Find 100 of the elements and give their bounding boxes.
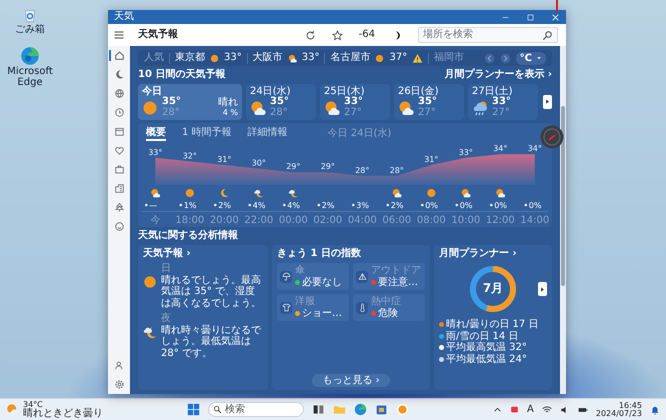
index-tile[interactable]: 熱中症 危険 [353, 294, 425, 321]
drop-icon [386, 204, 390, 206]
heart-icon[interactable] [114, 145, 124, 156]
clock-date[interactable]: 2024/07/23 [596, 410, 642, 418]
chevron-left-icon[interactable] [484, 52, 495, 64]
close-icon[interactable] [551, 12, 560, 22]
desktop-icon-label[interactable]: ごみ箱 [15, 24, 45, 36]
city-name[interactable]: 名古屋市 [330, 52, 370, 64]
precip-chance: 0% [425, 201, 438, 210]
building-icon[interactable] [114, 183, 124, 194]
tree-icon[interactable] [114, 202, 124, 213]
precip-chance: 2% [218, 201, 231, 210]
city-temp: 33° [224, 52, 242, 64]
browser-icon [20, 46, 40, 66]
person-icon[interactable] [114, 360, 124, 371]
shirt-icon [282, 303, 290, 312]
maximize-icon[interactable] [526, 12, 535, 22]
sun-cloud-icon [496, 188, 506, 198]
chevron-right-icon[interactable] [500, 52, 511, 64]
favorites-label: 人気 [144, 52, 164, 64]
time-label: 08:00 [416, 215, 446, 226]
time-label: 14:00 [520, 215, 550, 226]
next-button[interactable] [538, 282, 547, 296]
clock-icon[interactable] [114, 107, 124, 118]
index-status: 要注意… [378, 276, 418, 288]
taskbar-search-field[interactable]: 検索 [208, 402, 304, 417]
period-label: 夜 [161, 313, 172, 324]
legend-label: 晴れ/曇りの日 17 日 [446, 319, 538, 330]
index-tile[interactable]: アウトドア 要注意… [353, 263, 425, 290]
precip-chance: 2% [390, 201, 404, 210]
index-status: ショー… [302, 308, 342, 319]
gear-icon[interactable] [114, 379, 124, 390]
ime-indicator[interactable]: A [527, 404, 534, 416]
task-view-icon[interactable] [312, 403, 326, 416]
precip-chance: 1% [184, 201, 196, 210]
sun-icon [186, 188, 194, 198]
tab[interactable]: 1 時間予報 [182, 126, 232, 141]
search-field[interactable]: 場所を検索 [418, 27, 558, 43]
moon-icon [221, 188, 228, 198]
precip-chance: — [149, 201, 158, 210]
day-card[interactable]: 今日 35° 28° 晴れ 4 % [138, 84, 242, 120]
bell-icon[interactable] [650, 404, 660, 414]
data-label: 32° [182, 151, 197, 160]
moon-cloud-icon [254, 190, 264, 198]
condition-text: 晴れ [218, 98, 238, 109]
data-label: 30° [252, 158, 266, 168]
time-label: 18:00 [175, 215, 204, 226]
tab[interactable]: 概要 [146, 126, 166, 141]
index-tile[interactable]: 傘 必要なし [277, 263, 349, 290]
unit-button[interactable]: °C [516, 52, 546, 64]
index-label: 傘 [295, 265, 306, 276]
sun-app-icon[interactable] [396, 403, 410, 416]
sun-cloud-icon [398, 100, 414, 116]
city-temp: 33° [302, 52, 320, 64]
next-button[interactable] [543, 94, 552, 108]
umbrella-icon [282, 272, 290, 281]
home-icon[interactable] [114, 50, 124, 61]
taskbar-temp: 34°C [23, 400, 44, 408]
clock-time[interactable]: 16:45 [618, 402, 642, 410]
card-title[interactable]: 天気予報 › [143, 248, 263, 259]
city-name[interactable]: 大阪市 [252, 52, 283, 64]
globe-icon[interactable] [114, 88, 124, 99]
refresh-icon[interactable] [304, 30, 316, 40]
briefcase-icon[interactable] [114, 164, 124, 175]
index-tile[interactable]: 洋服 ショー… [277, 294, 349, 321]
low-temp: 28° [270, 108, 289, 118]
data-label: 28° [390, 166, 404, 175]
desktop-icon-label[interactable]: Microsoft Edge [2, 66, 58, 88]
tab[interactable]: 詳細情報 [248, 126, 288, 141]
weather-widget[interactable]: 34°C 晴れときどき曇り [6, 400, 103, 418]
data-label: 29° [320, 162, 335, 172]
scrollbar[interactable] [560, 46, 566, 394]
app-tray-icon[interactable] [510, 405, 520, 414]
start-button[interactable] [187, 403, 200, 416]
caret-icon [536, 55, 542, 61]
day-card[interactable]: 27日(土) 33° 27° [468, 84, 538, 120]
sun-cloud-icon [324, 100, 340, 116]
browser-icon[interactable] [354, 403, 368, 416]
drop-icon [421, 204, 424, 206]
day-card[interactable]: 26日(金) 35° 27° [394, 84, 464, 120]
calendar-icon[interactable] [114, 126, 124, 137]
caret-up-icon[interactable] [493, 405, 502, 414]
menu-icon[interactable] [113, 29, 125, 41]
city-name[interactable]: 東京都 [175, 52, 205, 64]
data-label: 33° [148, 148, 162, 157]
date-label: 今日 24日(水) [328, 128, 392, 140]
planner-link[interactable]: 月間プランナーを表示 › [444, 69, 552, 80]
more-button[interactable]: もっと見る › [312, 374, 390, 387]
precip-chance: 0% [528, 201, 542, 210]
smiley-icon[interactable] [114, 221, 124, 232]
taskbar-condition: 晴れときどき曇り [23, 408, 103, 418]
low-temp: 27° [418, 108, 437, 118]
star-icon[interactable] [332, 30, 343, 40]
store-icon[interactable] [375, 403, 388, 416]
wifi-icon[interactable] [542, 404, 552, 414]
precip-chance: 4% [252, 201, 266, 210]
day-card[interactable]: 25日(木) 33° 27° [320, 84, 390, 120]
card-title[interactable]: 月間プランナー › [439, 248, 547, 259]
drop-icon [248, 204, 252, 206]
day-card[interactable]: 24日(水) 35° 28° [246, 84, 316, 120]
